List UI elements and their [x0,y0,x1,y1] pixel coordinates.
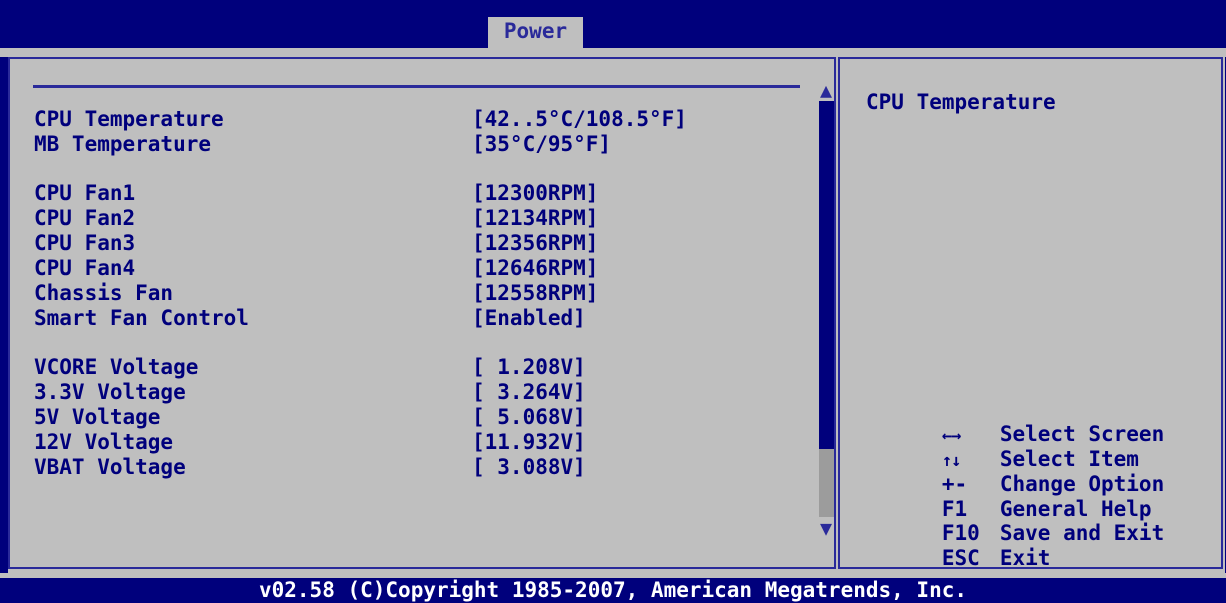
sensor-label-cpu-fan2[interactable]: CPU Fan2 [34,206,135,231]
scroll-up-arrow-icon[interactable]: ▲ [816,79,836,101]
sensor-value-chassis-fan: [12558RPM] [472,281,599,305]
setting-value-smart-fan-control[interactable]: [Enabled] [472,306,586,331]
sensor-value-vbat-voltage: [ 3.088V] [472,455,586,479]
scrollbar-thumb[interactable] [819,101,834,449]
sensor-value-3v3-voltage: [ 3.264V] [472,380,586,404]
scroll-down-arrow-icon[interactable]: ▼ [816,517,836,539]
sensor-label-5v-voltage[interactable]: 5V Voltage [34,405,160,430]
sensor-label-mb-temperature[interactable]: MB Temperature [34,132,211,157]
sensor-label-12v-voltage[interactable]: 12V Voltage [34,430,173,455]
sensor-label-3v3-voltage[interactable]: 3.3V Voltage [34,380,186,405]
sensor-value-cpu-fan1: [12300RPM] [472,181,599,205]
copyright-footer: v02.58 (C)Copyright 1985-2007, American … [258,578,967,602]
key-name: ESC [941,546,980,570]
sensor-label-vbat-voltage[interactable]: VBAT Voltage [34,455,186,480]
main-area: CPU Temperature [42..5°C/108.5°F] MB Tem… [8,57,1225,573]
sensor-label-cpu-fan1[interactable]: CPU Fan1 [34,181,135,206]
sensor-value-12v-voltage: [11.932V] [472,430,586,454]
help-panel: CPU Temperature ←→ Select Screen ↑↓ Select… [838,57,1223,570]
sensor-label-cpu-fan3[interactable]: CPU Fan3 [34,231,135,256]
setting-label-smart-fan-control[interactable]: Smart Fan Control [34,306,249,331]
sensor-value-cpu-fan2: [12134RPM] [472,206,599,230]
sensor-label-chassis-fan[interactable]: Chassis Fan [34,281,173,306]
key-description: Exit [999,546,1051,570]
header-separator [0,48,1226,57]
sensor-value-cpu-fan3: [12356RPM] [472,231,599,255]
sensor-label-vcore-voltage[interactable]: VCORE Voltage [34,355,198,380]
sensor-value-cpu-fan4: [12646RPM] [472,256,599,280]
sensor-value-vcore-voltage: [ 1.208V] [472,355,586,379]
sensor-label-cpu-fan4[interactable]: CPU Fan4 [34,256,135,281]
settings-panel: CPU Temperature [42..5°C/108.5°F] MB Tem… [8,57,836,569]
sensor-label-cpu-temperature[interactable]: CPU Temperature [34,107,224,132]
panel-divider [33,85,800,88]
sensor-value-cpu-temperature: [42..5°C/108.5°F] [472,107,687,131]
sensor-value-5v-voltage: [ 5.068V] [472,405,586,429]
sensor-value-mb-temperature: [35°C/95°F] [472,132,612,156]
help-title: CPU Temperature [866,90,1056,114]
tab-power[interactable]: Power [488,17,583,48]
